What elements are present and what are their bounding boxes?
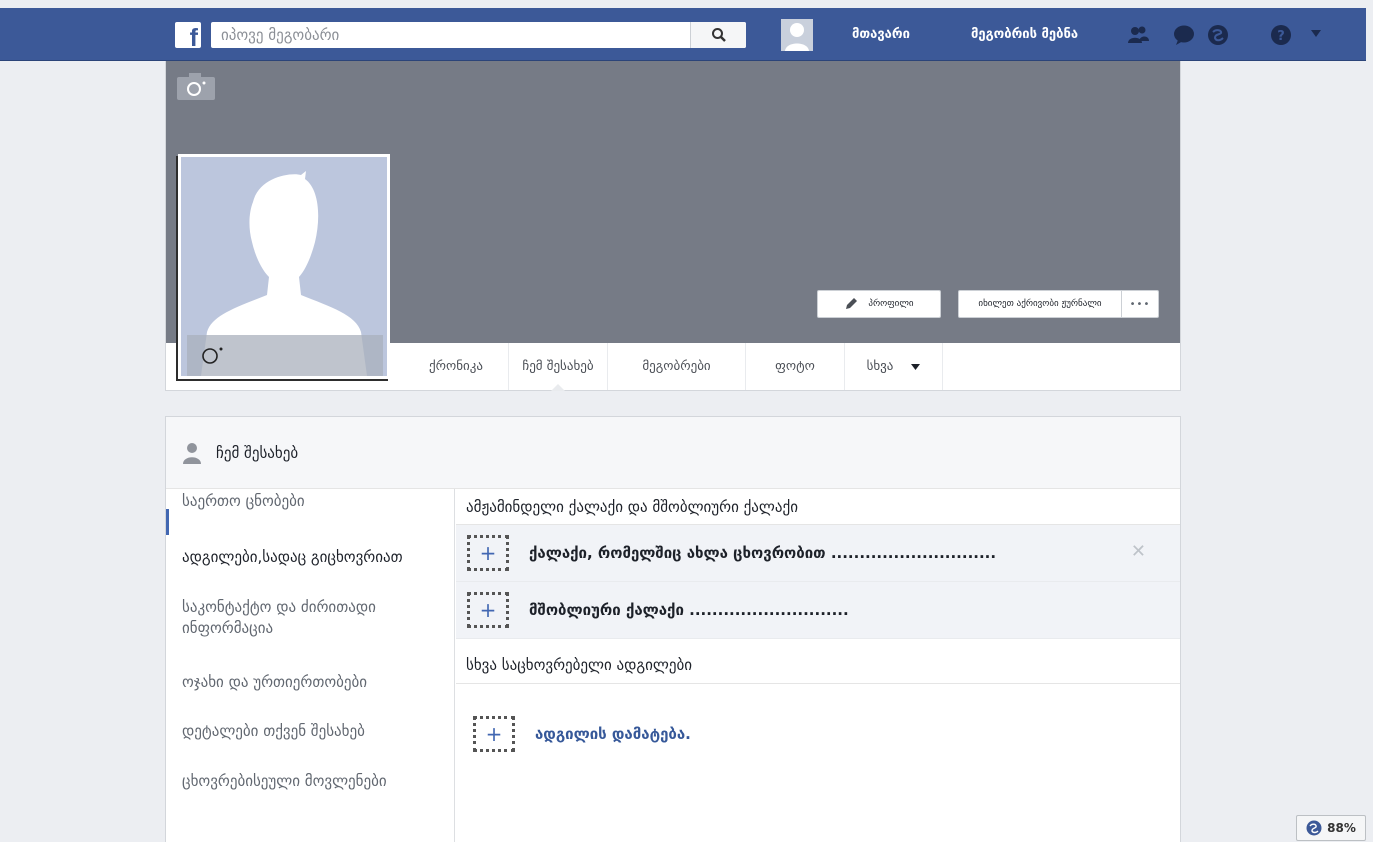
settings-dropdown-icon[interactable] xyxy=(1311,30,1321,38)
search-input[interactable] xyxy=(221,23,691,47)
close-icon[interactable]: ✕ xyxy=(1131,541,1146,562)
active-section-marker xyxy=(166,509,169,535)
about-section: ჩემ შესახებ საერთო ცნობები ადგილები,სადა… xyxy=(165,416,1181,842)
profile-camera-overlay[interactable] xyxy=(187,335,383,376)
tab-photos[interactable]: ფოტო xyxy=(746,343,845,390)
pencil-icon xyxy=(846,298,858,309)
globe-icon xyxy=(1306,820,1322,836)
person-icon xyxy=(183,442,201,464)
facebook-logo[interactable]: f xyxy=(175,22,201,48)
tab-more[interactable]: სხვა xyxy=(845,343,943,390)
current-city-label[interactable]: ქალაქი, რომელშიც ახლა ცხოვრობით ........… xyxy=(529,544,996,562)
notifications-globe-icon[interactable] xyxy=(1207,24,1229,46)
search-icon xyxy=(711,28,726,42)
svg-text:?: ? xyxy=(1277,29,1285,44)
profile-tabs: ქრონიკა ჩემ შესახებ მეგობრები ფოტო სხვა xyxy=(404,343,943,391)
add-hometown-row[interactable]: + მშობლიური ქალაქი .....................… xyxy=(456,582,1180,639)
hometown-label[interactable]: მშობლიური ქალაქი .......................… xyxy=(529,601,849,619)
about-content: ამჟამინდელი ქალაქი და მშობლიური ქალაქი +… xyxy=(456,489,1180,842)
add-place-row[interactable]: + ადგილის დამატება. xyxy=(456,705,1180,762)
activity-log-button[interactable]: იხილეთ აქრივობი ჟურნალი xyxy=(958,290,1122,318)
messages-icon[interactable] xyxy=(1173,24,1195,46)
search-box xyxy=(211,22,746,48)
add-place-link[interactable]: ადგილის დამატება. xyxy=(535,725,691,743)
sidebar-item-family-relationships[interactable]: ოჯახი და ურთიერთობები xyxy=(182,672,447,693)
zoom-indicator[interactable]: 88% xyxy=(1296,815,1366,841)
activity-log-label: იხილეთ აქრივობი ჟურნალი xyxy=(978,299,1102,309)
friend-requests-icon[interactable] xyxy=(1127,24,1149,46)
add-icon[interactable]: + xyxy=(467,535,509,571)
add-icon[interactable]: + xyxy=(467,592,509,628)
edit-profile-label: პროფილი xyxy=(868,299,914,309)
sidebar-item-details[interactable]: დეტალები თქვენ შესახებ xyxy=(182,721,447,742)
sidebar-item-contact-info[interactable]: საკონტაქტო და ძირითადი ინფორმაცია xyxy=(182,597,447,639)
add-current-city-row[interactable]: + ქალაქი, რომელშიც ახლა ცხოვრობით ......… xyxy=(456,525,1180,582)
about-sidebar: საერთო ცნობები ადგილები,სადაც გიცხოვრიათ… xyxy=(166,489,455,842)
tab-friends[interactable]: მეგობრები xyxy=(608,343,746,390)
chevron-down-icon xyxy=(911,363,921,370)
profile-header: პროფილი იხილეთ აქრივობი ჟურნალი ••• ქრონ… xyxy=(165,61,1181,391)
zoom-level: 88% xyxy=(1327,821,1356,835)
profile-picture[interactable] xyxy=(178,154,390,379)
sidebar-item-life-events[interactable]: ცხოვრებისეული მოვლენები xyxy=(182,771,447,792)
camera-icon[interactable] xyxy=(177,72,215,100)
more-options-label: ••• xyxy=(1129,298,1151,310)
search-button[interactable] xyxy=(690,22,746,48)
sidebar-item-places-lived[interactable]: ადგილები,სადაც გიცხოვრიათ xyxy=(182,547,447,568)
nav-home-link[interactable]: მთავარი xyxy=(852,27,910,42)
tab-about[interactable]: ჩემ შესახებ xyxy=(509,343,608,391)
camera-icon xyxy=(202,347,223,364)
more-options-button[interactable]: ••• xyxy=(1121,290,1159,318)
user-avatar[interactable] xyxy=(781,19,813,51)
top-navigation-bar: f მთავარი მეგობრის მებნა ? xyxy=(0,8,1366,61)
about-title: ჩემ შესახებ xyxy=(216,443,299,462)
tab-timeline[interactable]: ქრონიკა xyxy=(404,343,509,390)
add-icon[interactable]: + xyxy=(473,715,515,752)
nav-find-friends-link[interactable]: მეგობრის მებნა xyxy=(971,27,1078,42)
section-title-other-places: სხვა საცხოვრებელი ადგილები xyxy=(456,647,1180,684)
about-header: ჩემ შესახებ xyxy=(166,417,1180,489)
help-icon[interactable]: ? xyxy=(1270,24,1292,46)
sidebar-item-overview[interactable]: საერთო ცნობები xyxy=(182,491,447,512)
section-title-cities: ამჟამინდელი ქალაქი და მშობლიური ქალაქი xyxy=(456,489,1180,525)
edit-profile-button[interactable]: პროფილი xyxy=(817,290,941,318)
